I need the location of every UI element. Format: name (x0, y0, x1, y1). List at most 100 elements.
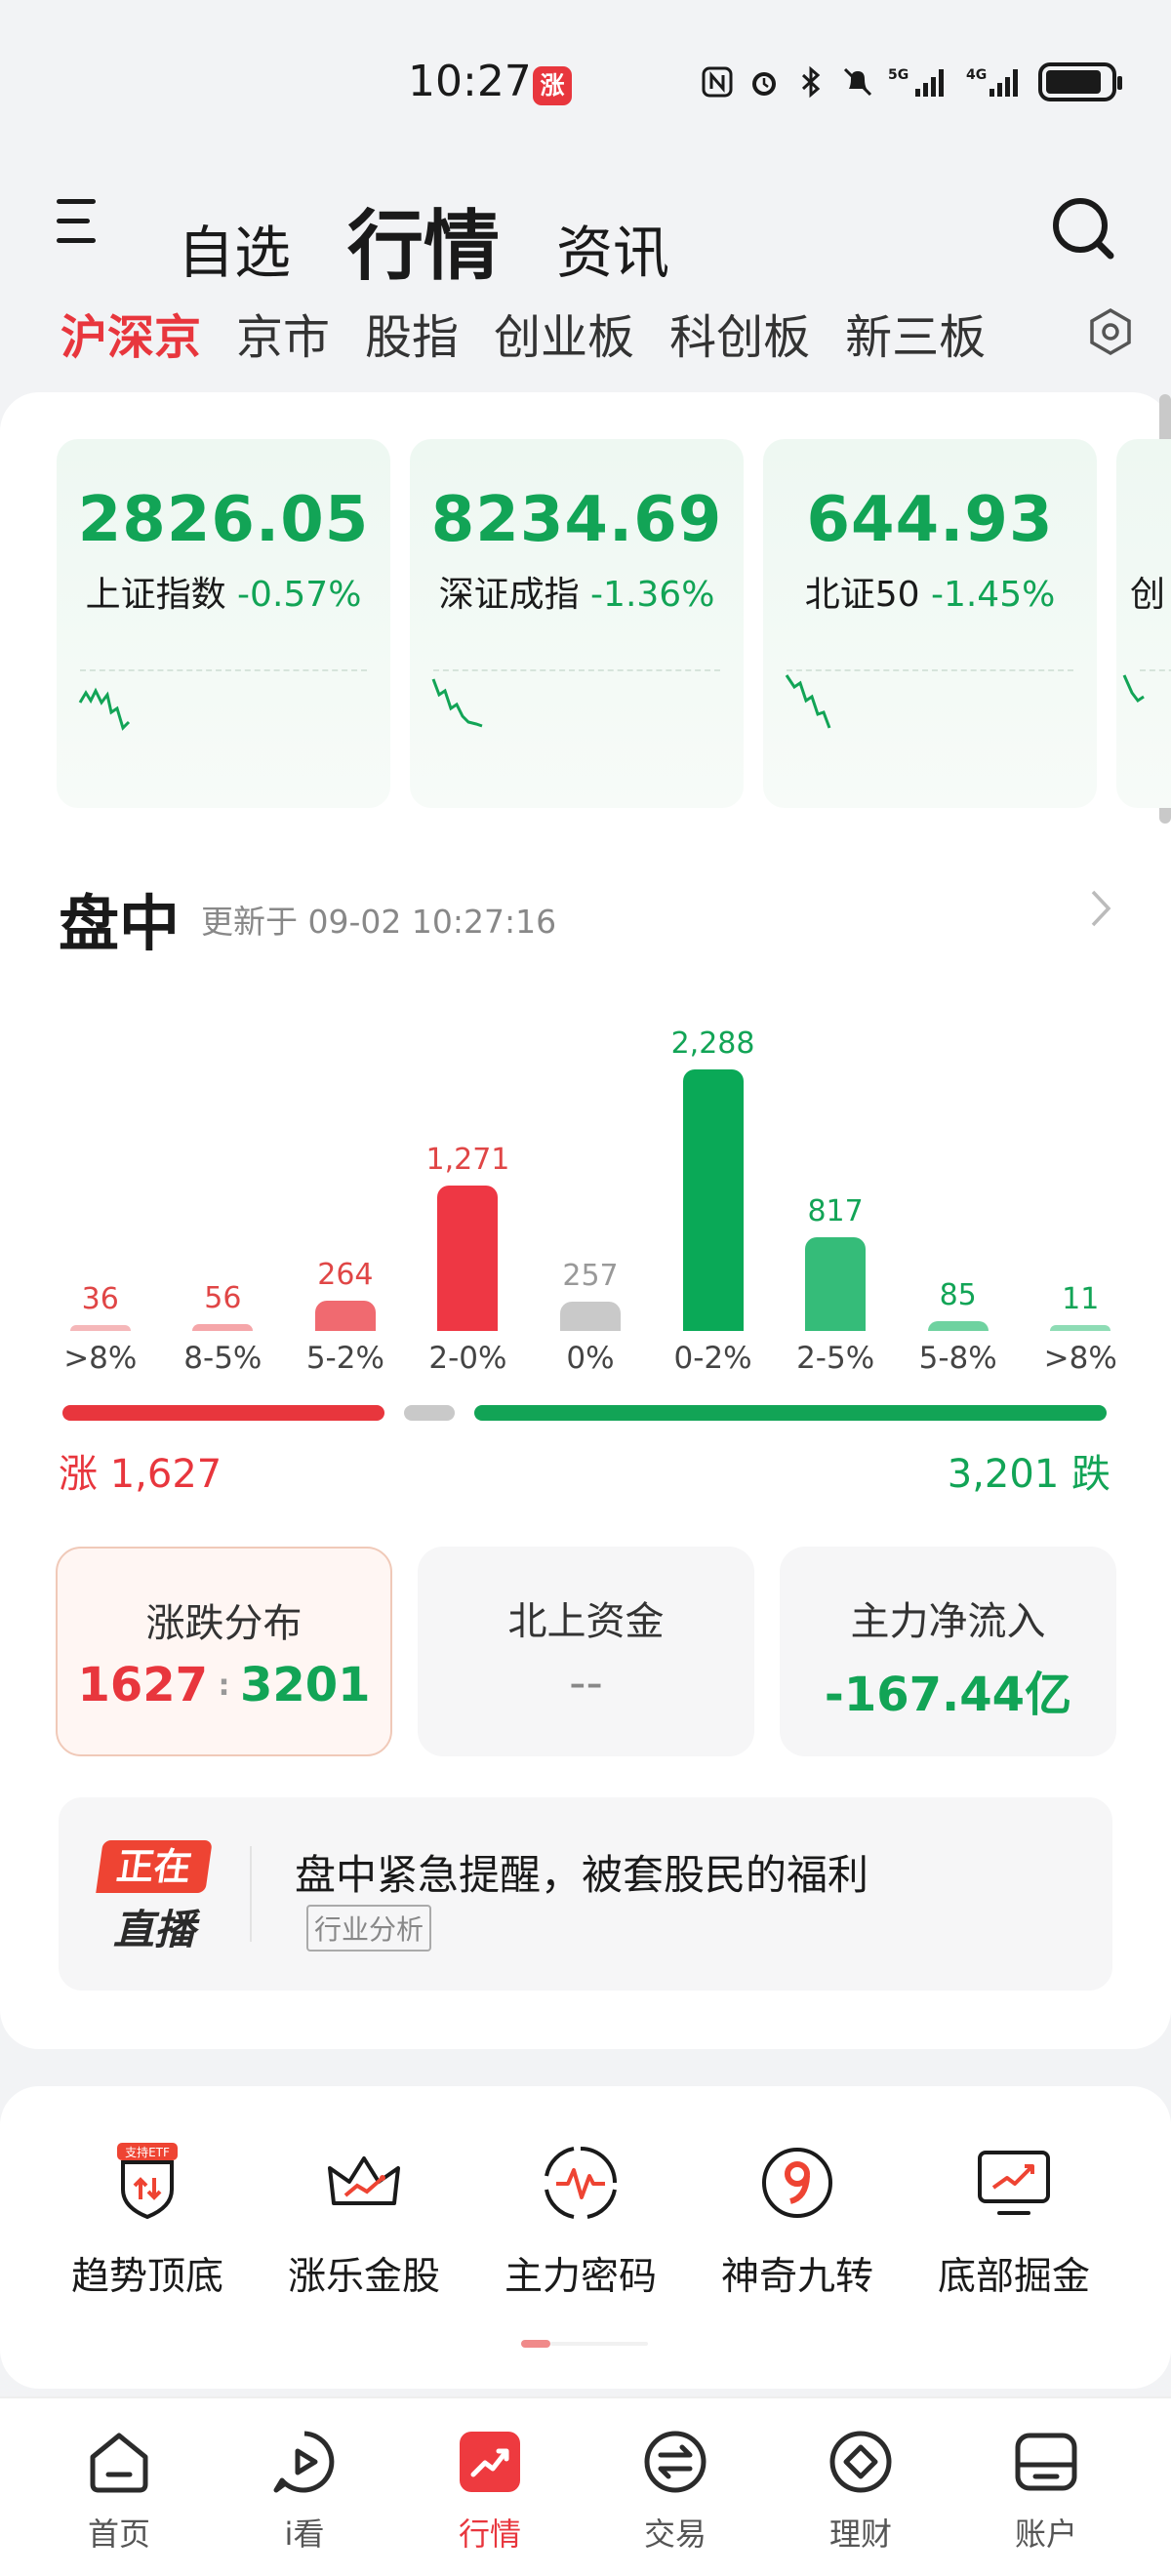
fall-ratio-bar (473, 1405, 1107, 1421)
tool-bottom-dig[interactable]: 底部掘金 (906, 2139, 1122, 2301)
stat-value: -- (569, 1656, 603, 1711)
distribution-value: 1,271 (425, 1143, 510, 1178)
live-banner[interactable]: 正在 直播 盘中紧急提醒，被套股民的福利 行业分析 (59, 1797, 1112, 1991)
hexagon-settings-icon[interactable] (1085, 306, 1136, 357)
distribution-value: 257 (562, 1258, 619, 1293)
play-icon (273, 2431, 335, 2493)
svg-text:5G: 5G (888, 67, 909, 83)
tool-trend-top-bottom[interactable]: 支持ETF 趋势顶底 (39, 2139, 256, 2301)
distribution-value: 11 (1062, 1282, 1100, 1316)
market-tab-jingshi[interactable]: 京市 (236, 299, 330, 367)
battery-icon (1038, 62, 1122, 101)
rise-ratio-bar (62, 1405, 384, 1421)
status-time: 10:27 (408, 57, 532, 106)
update-time: 更新于 09-02 10:27:16 (201, 903, 557, 941)
stat-card-northbound[interactable]: 北上资金 -- (418, 1547, 754, 1756)
exchange-icon (644, 2431, 707, 2493)
distribution-category: 2-0% (428, 1341, 507, 1376)
fall-count: 3,201 跌 (947, 1452, 1110, 1497)
market-tab-chuangyeban[interactable]: 创业板 (494, 299, 634, 367)
tool-label: 底部掘金 (937, 2255, 1090, 2299)
flat-ratio-bar (403, 1405, 455, 1421)
alarm-icon (747, 65, 781, 99)
nav-ikan[interactable]: i看 (226, 2428, 383, 2555)
market-tabs: 沪深京 京市 股指 创业板 科创板 新三板 (61, 299, 986, 367)
page-indicator (521, 2340, 648, 2348)
stat-label: 主力净流入 (850, 1599, 1046, 1644)
tool-label: 趋势顶底 (70, 2255, 223, 2299)
nav-wealth[interactable]: 理财 (783, 2428, 939, 2555)
live-badge: 正在 直播 (96, 1840, 213, 1953)
market-tab-kechuangban[interactable]: 科创板 (669, 299, 810, 367)
baseline (1140, 669, 1171, 671)
pulse-target-icon (545, 2147, 617, 2219)
tool-label: 涨乐金股 (287, 2255, 440, 2299)
distribution-value: 56 (204, 1281, 242, 1316)
status-icons: 5G 4G (701, 62, 1122, 101)
divider (250, 1846, 252, 1942)
distribution-bar (927, 1321, 989, 1331)
account-icon (1015, 2433, 1077, 2491)
market-tab-guzhi[interactable]: 股指 (365, 299, 459, 367)
nav-trade[interactable]: 交易 (597, 2428, 753, 2555)
distribution-category: 5-2% (305, 1341, 384, 1376)
tab-news[interactable]: 资讯 (556, 207, 669, 289)
stat-value: -167.44亿 (824, 1668, 1072, 1722)
stat-card-distribution[interactable]: 涨跌分布 1627 : 3201 (56, 1547, 392, 1756)
market-tab-xinsanban[interactable]: 新三板 (845, 299, 986, 367)
status-bar: 10:27 涨 5G 4G (0, 0, 1171, 166)
bottom-nav: 首页 i看 行情 交易 理财 账户 (0, 2396, 1171, 2576)
distribution-value: 36 (81, 1282, 119, 1316)
tab-market[interactable]: 行情 (347, 185, 500, 295)
index-card-beizheng50[interactable]: 644.93 北证50 -1.45% (763, 439, 1097, 808)
distribution-category: 0-2% (673, 1341, 752, 1376)
index-label: 北证50 -1.45% (804, 575, 1056, 615)
menu-icon[interactable] (57, 195, 98, 250)
signal-4g-icon: 4G (966, 65, 1025, 99)
index-label: 深证成指 -1.36% (438, 575, 715, 615)
stat-label: 北上资金 (507, 1599, 665, 1644)
index-cards: 2826.05 上证指数 -0.57% 8234.69 深证成指 -1.36% … (57, 439, 1171, 810)
tool-label: 主力密码 (504, 2255, 657, 2299)
nav-home[interactable]: 首页 (41, 2428, 197, 2555)
market-icon (460, 2432, 520, 2492)
distribution-bar (560, 1301, 621, 1331)
distribution-value: 817 (807, 1194, 864, 1229)
index-card-chuangye[interactable]: 创 (1116, 439, 1171, 808)
distribution-value: 85 (939, 1278, 977, 1313)
rise-fall-distribution-chart: 36 >8% 56 8-5% 264 5-2% 1,271 2-0% 257 0% 2,288 0-2… (39, 1015, 1142, 1386)
sparkline-icon (785, 674, 831, 729)
distribution-bar (314, 1301, 376, 1331)
tool-magic-nine[interactable]: 神奇九转 (689, 2139, 906, 2301)
monitor-chart-icon (978, 2151, 1050, 2215)
tool-gold-stock[interactable]: 涨乐金股 (256, 2139, 472, 2301)
home-icon (90, 2433, 148, 2493)
index-label: 上证指数 -0.57% (85, 575, 362, 615)
distribution-category: >8% (1043, 1341, 1117, 1376)
distribution-value: 2,288 (670, 1026, 755, 1061)
svg-text:支持ETF: 支持ETF (125, 2145, 170, 2159)
nfc-icon (701, 65, 734, 99)
market-tab-hushenjing[interactable]: 沪深京 (61, 299, 201, 367)
search-icon[interactable] (1049, 193, 1117, 263)
stat-value: 1627 : 3201 (77, 1658, 371, 1712)
sparkline-icon (431, 678, 483, 728)
distribution-value: 264 (317, 1258, 374, 1293)
distribution-category: >8% (63, 1341, 138, 1376)
distribution-bar (682, 1069, 744, 1331)
stat-card-main-inflow[interactable]: 主力净流入 -167.44亿 (780, 1547, 1116, 1756)
chevron-right-icon[interactable] (1085, 886, 1116, 931)
sparkline-icon (78, 687, 131, 731)
distribution-bar (192, 1324, 254, 1331)
tab-watchlist[interactable]: 自选 (178, 207, 291, 289)
bluetooth-icon (794, 65, 828, 99)
tool-main-code[interactable]: 主力密码 (472, 2139, 689, 2301)
baseline (433, 669, 720, 671)
nav-market[interactable]: 行情 (412, 2428, 568, 2555)
app-notification-badge: 涨 (533, 66, 572, 105)
index-card-shanghai[interactable]: 2826.05 上证指数 -0.57% (57, 439, 390, 808)
live-tag: 行业分析 (306, 1905, 432, 1952)
nav-account[interactable]: 账户 (968, 2428, 1124, 2555)
svg-text:4G: 4G (966, 67, 987, 83)
index-card-shenzhen[interactable]: 8234.69 深证成指 -1.36% (410, 439, 744, 808)
